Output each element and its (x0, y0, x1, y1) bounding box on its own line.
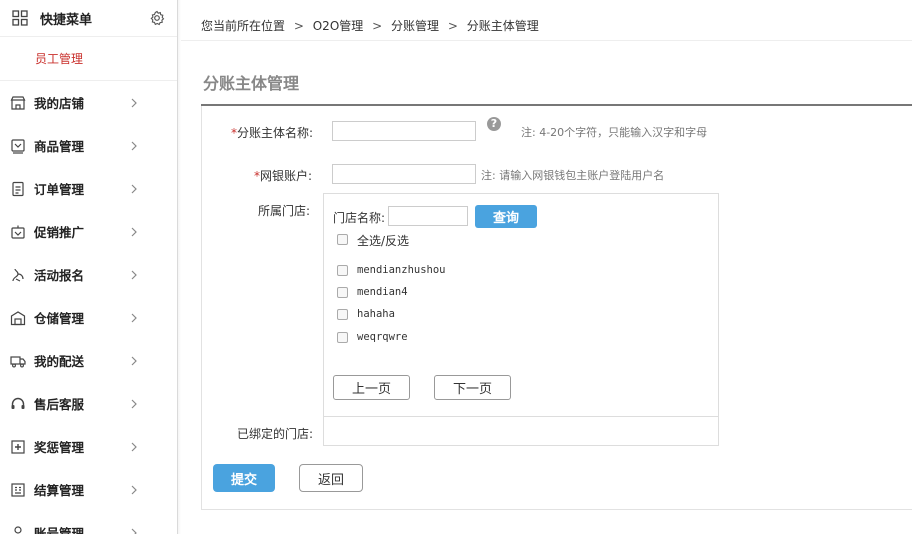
account-icon (14, 525, 22, 534)
quick-menu-item-staff[interactable]: 员工管理 (0, 37, 177, 81)
chevron-right-icon (131, 399, 137, 408)
product-icon (11, 138, 25, 154)
breadcrumb: 您当前所在位置 > O2O管理 > 分账管理 > 分账主体管理 (201, 17, 539, 34)
select-all-label: 全选/反选 (357, 234, 410, 248)
top-divider (181, 40, 912, 41)
store-name: mendian4 (357, 286, 408, 298)
sidebar: 快捷菜单 员工管理 我的店铺 商品管理 订单管理 促销推广 活动报名 仓储管理 … (0, 0, 181, 534)
sidebar-item-label: 账号管理 (34, 526, 85, 534)
breadcrumb-separator: > (447, 19, 458, 33)
back-button[interactable]: 返回 (299, 464, 363, 492)
nav-list: 我的店铺 商品管理 订单管理 促销推广 活动报名 仓储管理 我的配送 售后客服 … (0, 81, 177, 534)
warehouse-icon (10, 310, 26, 325)
chevron-right-icon (131, 528, 137, 534)
store-label: 所属门店: (258, 204, 311, 218)
prev-page-button[interactable]: 上一页 (333, 375, 410, 400)
quick-menu-header: 快捷菜单 (0, 0, 177, 37)
sidebar-item-label: 促销推广 (34, 225, 85, 240)
next-page-button[interactable]: 下一页 (434, 375, 511, 400)
breadcrumb-item-split[interactable]: 分账管理 (391, 19, 439, 33)
bank-account-input[interactable] (332, 164, 476, 184)
quick-menu-item-label: 员工管理 (35, 52, 84, 66)
delivery-icon (10, 355, 26, 367)
sidebar-item-activity[interactable]: 活动报名 (0, 253, 177, 296)
store-checkbox[interactable] (337, 309, 348, 320)
sidebar-item-delivery[interactable]: 我的配送 (0, 339, 177, 382)
breadcrumb-item-o2o[interactable]: O2O管理 (313, 19, 364, 33)
store-name-label: 门店名称: (333, 211, 386, 225)
store-name: hahaha (357, 308, 395, 320)
settlement-icon (11, 482, 25, 497)
page-title: 分账主体管理 (203, 74, 300, 93)
store-checkbox[interactable] (337, 332, 348, 343)
bound-stores-label: 已绑定的门店: (237, 427, 314, 441)
chevron-right-icon (131, 442, 137, 451)
sidebar-item-reward[interactable]: 奖惩管理 (0, 425, 177, 468)
sidebar-item-account[interactable]: 账号管理 (0, 511, 177, 534)
store-box-divider (324, 416, 718, 417)
sidebar-item-settlement[interactable]: 结算管理 (0, 468, 177, 511)
panel-border (201, 106, 202, 510)
breadcrumb-separator: > (293, 19, 304, 33)
reward-icon (11, 439, 25, 454)
sidebar-item-label: 结算管理 (34, 483, 85, 498)
title-divider (201, 104, 912, 106)
sidebar-item-label: 活动报名 (34, 268, 85, 283)
sidebar-item-label: 仓储管理 (34, 311, 85, 326)
chevron-right-icon (131, 184, 137, 193)
panel-border (201, 509, 912, 510)
breadcrumb-prefix: 您当前所在位置 (201, 19, 286, 33)
store-selector: 门店名称: 查询 全选/反选 mendianzhushou mendian4 h… (323, 193, 719, 446)
sidebar-item-promotion[interactable]: 促销推广 (0, 210, 177, 253)
sidebar-item-order[interactable]: 订单管理 (0, 167, 177, 210)
sidebar-item-label: 订单管理 (34, 182, 85, 197)
bank-account-label: *网银账户: (254, 169, 313, 183)
sidebar-item-aftersales[interactable]: 售后客服 (0, 382, 177, 425)
sidebar-item-product[interactable]: 商品管理 (0, 124, 177, 167)
store-name-input[interactable] (388, 206, 468, 226)
grid-icon (12, 10, 28, 26)
sidebar-item-warehouse[interactable]: 仓储管理 (0, 296, 177, 339)
submit-button[interactable]: 提交 (213, 464, 275, 492)
chevron-right-icon (131, 141, 137, 150)
chevron-right-icon (131, 485, 137, 494)
activity-icon (12, 268, 24, 282)
chevron-right-icon (131, 270, 137, 279)
chevron-right-icon (131, 227, 137, 236)
sidebar-item-label: 我的配送 (34, 354, 85, 369)
select-all-checkbox[interactable] (337, 234, 348, 245)
breadcrumb-item-current: 分账主体管理 (466, 19, 539, 33)
entity-name-input[interactable] (332, 121, 476, 141)
chevron-right-icon (131, 313, 137, 322)
store-name: mendianzhushou (357, 264, 446, 276)
query-button[interactable]: 查询 (475, 205, 537, 228)
promotion-icon (11, 225, 25, 239)
sidebar-item-label: 商品管理 (34, 139, 85, 154)
sidebar-item-store[interactable]: 我的店铺 (0, 81, 177, 124)
help-icon[interactable]: ? (487, 117, 501, 131)
bank-account-hint: 注: 请输入网银钱包主账户登陆用户名 (481, 169, 665, 182)
store-name: weqrqwre (357, 331, 408, 343)
entity-name-hint: 注: 4-20个字符，只能输入汉字和字母 (521, 126, 708, 139)
sidebar-item-label: 我的店铺 (34, 96, 85, 111)
quick-menu-title: 快捷菜单 (40, 12, 93, 28)
store-checkbox[interactable] (337, 287, 348, 298)
headset-icon (11, 397, 25, 409)
chevron-right-icon (131, 98, 137, 107)
gear-icon[interactable] (149, 10, 165, 26)
chevron-right-icon (131, 356, 137, 365)
entity-name-label: *分账主体名称: (231, 126, 314, 140)
store-icon (10, 95, 26, 110)
breadcrumb-separator: > (372, 19, 383, 33)
order-icon (12, 181, 24, 196)
store-checkbox[interactable] (337, 265, 348, 276)
main-content: 您当前所在位置 > O2O管理 > 分账管理 > 分账主体管理 分账主体管理 *… (181, 0, 912, 534)
sidebar-item-label: 售后客服 (34, 397, 85, 412)
sidebar-item-label: 奖惩管理 (34, 440, 85, 455)
